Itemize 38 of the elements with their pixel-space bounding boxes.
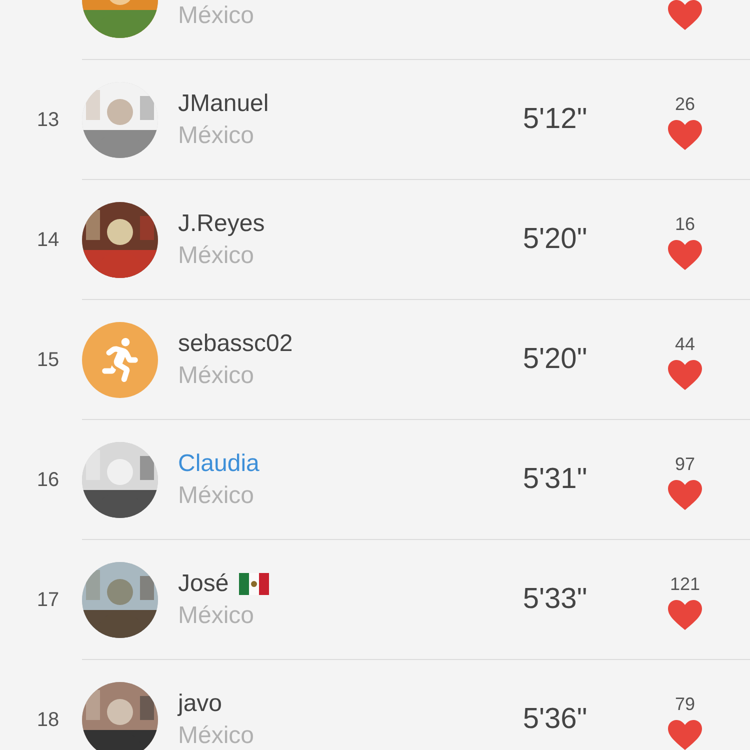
- pace-time: 5'12": [522, 103, 588, 136]
- user-name[interactable]: JManuel: [178, 90, 269, 118]
- user-name[interactable]: José: [178, 570, 229, 598]
- user-name[interactable]: J.Reyes: [178, 210, 265, 238]
- heart-icon[interactable]: [667, 479, 703, 511]
- pace-time: 5'36": [522, 703, 588, 736]
- like-count: 16: [674, 214, 696, 235]
- rank-number: 18: [36, 708, 60, 732]
- rank-number: 14: [36, 228, 60, 252]
- like-count: 79: [674, 694, 696, 715]
- mexico-flag-icon: [238, 572, 269, 594]
- country-name: México: [178, 122, 256, 150]
- heart-icon[interactable]: [667, 0, 703, 31]
- pace-time: 5'31": [522, 463, 588, 496]
- heart-icon[interactable]: [667, 359, 703, 391]
- heart-icon[interactable]: [667, 239, 703, 271]
- user-name[interactable]: javo: [178, 690, 222, 718]
- rank-number: 13: [36, 108, 60, 132]
- rank-number: 17: [36, 588, 60, 612]
- country-name: México: [178, 602, 256, 630]
- rank-number: 16: [36, 468, 60, 492]
- country-name: México: [178, 722, 256, 750]
- rank-number: 15: [36, 348, 60, 372]
- country-name: México: [178, 242, 256, 270]
- like-count: 121: [670, 574, 700, 595]
- pace-time: 5'20": [522, 223, 588, 256]
- pace-time: 5'33": [522, 583, 588, 616]
- heart-icon[interactable]: [667, 119, 703, 151]
- like-count: 26: [674, 94, 696, 115]
- pace-time: 5'20": [522, 343, 588, 376]
- country-name: México: [178, 362, 256, 390]
- like-count: 44: [674, 334, 696, 355]
- heart-icon[interactable]: [667, 719, 703, 750]
- country-name: México: [178, 2, 256, 30]
- country-name: México: [178, 482, 256, 510]
- heart-icon[interactable]: [667, 599, 703, 631]
- like-count: 97: [674, 454, 696, 475]
- user-name[interactable]: sebassc02: [178, 330, 293, 358]
